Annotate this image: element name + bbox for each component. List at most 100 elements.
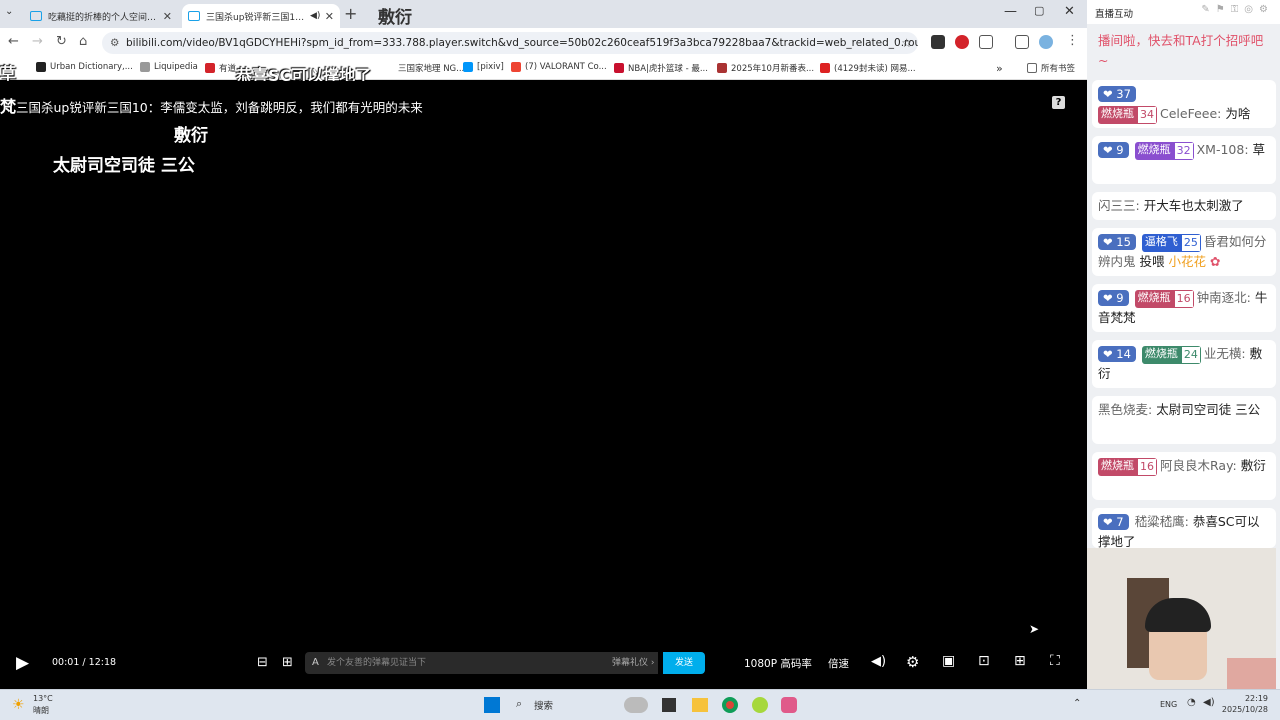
search-icon[interactable]: ⌕ <box>516 697 522 711</box>
file-explorer-icon[interactable] <box>692 698 708 712</box>
bookmark-item[interactable]: 2025年10月新番表... <box>717 62 814 74</box>
chat-content: 为啥 <box>1225 106 1251 121</box>
app-icon[interactable] <box>752 697 768 713</box>
bookmark-star-icon[interactable]: ☆ <box>901 32 912 54</box>
chat-username[interactable]: 钟南逐北: <box>1197 290 1251 305</box>
speed-selector[interactable]: 倍速 <box>828 656 849 671</box>
fan-medal: 燃烧瓶 34 <box>1098 105 1157 124</box>
bookmark-item[interactable]: 有道 <box>205 62 236 74</box>
forward-arrow-icon[interactable]: → <box>32 34 43 49</box>
danmaku-comment: 敷衍 <box>174 126 208 146</box>
chat-panel-title: 直播互动 <box>1095 9 1134 20</box>
wifi-icon[interactable]: ◔ <box>1187 697 1196 708</box>
back-arrow-icon[interactable]: ← <box>8 34 19 49</box>
font-style-icon[interactable]: A <box>312 652 319 674</box>
danmaku-comment: 太尉司空司徒 三公 <box>53 156 195 176</box>
chat-username[interactable]: CeleFeee: <box>1160 106 1221 121</box>
address-bar[interactable]: ⚙ bilibili.com/video/BV1qGDCYHEHi?spm_id… <box>102 32 918 54</box>
close-tab-icon[interactable]: ✕ <box>159 10 172 23</box>
opera-extension-icon[interactable] <box>955 35 969 49</box>
bookmark-item[interactable]: NBA|虎扑篮球 - 最... <box>614 62 708 74</box>
chat-message: ❤ 37 燃烧瓶 34 CeleFeee: 为啥 <box>1092 80 1276 128</box>
close-tab-icon[interactable]: ✕ <box>321 10 334 23</box>
fan-medal: 燃烧瓶 16 <box>1134 289 1194 308</box>
fan-medal: 逼格飞 25 <box>1141 233 1201 252</box>
help-icon[interactable]: ? <box>1052 96 1065 109</box>
widget-icon[interactable] <box>624 697 648 713</box>
quality-selector[interactable]: 1080P 高码率 <box>744 656 812 671</box>
bookmark-item[interactable]: Liquipedia <box>140 62 198 72</box>
danmaku-comment: 梵 <box>0 97 17 116</box>
bookmark-item[interactable]: (4129封未读) 网易... <box>820 62 916 74</box>
audio-playing-icon[interactable]: ◀) <box>310 11 320 21</box>
video-title: 三国杀up锐评新三国10：李儒变太监，刘备跳明反，我们都有光明的未来 <box>16 100 423 115</box>
gift-name: 小花花 <box>1168 254 1207 269</box>
tray-chevron-icon[interactable]: ⌃ <box>1073 698 1081 709</box>
hp-badge: ❤ 15 <box>1098 234 1136 250</box>
chat-username[interactable]: 业无横: <box>1204 346 1246 361</box>
tab-user-space[interactable]: 吃藕挺的折棒的个人空间-吃货... ✕ <box>24 4 178 28</box>
chat-username[interactable]: 闪三三: <box>1098 198 1140 213</box>
chat-panel-icons[interactable]: ✎⚑⚿◎⚙ <box>1201 4 1274 15</box>
bookmark-item[interactable]: Urban Dictionary,... <box>36 62 133 72</box>
maximize-icon[interactable]: ▢ <box>1034 4 1044 17</box>
play-icon[interactable]: ▶ <box>16 653 29 673</box>
video-player[interactable]: 梵 三国杀up锐评新三国10：李儒变太监，刘备跳明反，我们都有光明的未来 ? 敷… <box>0 81 1087 689</box>
windows-start-icon[interactable] <box>484 697 500 713</box>
home-icon[interactable]: ⌂ <box>79 34 87 49</box>
danmaku-input[interactable]: A 发个友善的弹幕见证当下 <box>305 652 658 674</box>
taskbar-search[interactable]: 搜索 <box>534 698 553 712</box>
chat-username[interactable]: 嵇粱嵇鹰: <box>1135 514 1189 529</box>
bookmark-item[interactable]: (7) VALORANT Co... <box>511 62 607 72</box>
chat-username[interactable]: 阿良良木Ray: <box>1160 458 1237 473</box>
tab-video[interactable]: 三国杀up锐评新三国10: 李... ◀) ✕ <box>182 4 340 28</box>
hp-badge: ❤ 9 <box>1098 142 1129 158</box>
bookmark-item[interactable]: 三国家地理 NG... <box>398 62 464 74</box>
volume-icon[interactable]: ◀) <box>871 654 886 669</box>
chat-username[interactable]: 黑色烧麦: <box>1098 402 1152 417</box>
minimize-icon[interactable]: — <box>1004 4 1017 19</box>
site-info-icon[interactable]: ⚙ <box>110 32 119 54</box>
chat-message: 燃烧瓶 16 阿良良木Ray: 敷衍 <box>1092 452 1276 500</box>
task-view-icon[interactable] <box>662 698 676 712</box>
danmaku-comment: 敷衍 <box>378 8 412 28</box>
more-bookmarks-icon[interactable]: » <box>996 62 1003 75</box>
danmaku-settings-icon[interactable]: ⊞ <box>282 655 293 670</box>
bilibili-favicon-icon <box>30 11 42 21</box>
close-window-icon[interactable]: ✕ <box>1064 4 1075 19</box>
web-fullscreen-icon[interactable]: ⊞ <box>1014 653 1026 669</box>
new-tab-plus-icon[interactable]: + <box>344 4 357 23</box>
settings-gear-icon[interactable]: ⚙ <box>906 653 919 671</box>
chat-content: 开大车也太刺激了 <box>1143 198 1244 213</box>
extension-icon[interactable] <box>931 35 945 49</box>
danmaku-rules-link[interactable]: 弹幕礼仪 › <box>612 652 654 674</box>
chrome-icon[interactable] <box>722 697 738 713</box>
hp-badge: ❤ 37 <box>1098 86 1136 102</box>
extensions-puzzle-icon[interactable] <box>979 35 993 49</box>
hp-badge: ❤ 9 <box>1098 290 1129 306</box>
mouse-cursor-icon: ➤ <box>1029 622 1040 636</box>
chat-content: 敷衍 <box>1240 458 1266 473</box>
menu-kebab-icon[interactable]: ⋮ <box>1066 33 1079 48</box>
tab-list-chevron-icon[interactable]: ⌄ <box>5 6 13 17</box>
profile-avatar[interactable] <box>1039 35 1053 49</box>
widescreen-icon[interactable]: ⊡ <box>978 653 990 669</box>
bookmark-item[interactable]: [pixiv] <box>463 62 504 72</box>
hp-badge: ❤ 14 <box>1098 346 1136 362</box>
speaker-icon[interactable]: ◀) <box>1203 697 1215 708</box>
hp-badge: ❤ 7 <box>1098 514 1129 530</box>
all-bookmarks-folder[interactable]: 所有书签 <box>1027 62 1075 74</box>
send-danmaku-button[interactable]: 发送 <box>663 652 705 674</box>
app-icon[interactable] <box>781 697 797 713</box>
input-language[interactable]: ENG <box>1160 700 1177 709</box>
reload-icon[interactable]: ↻ <box>56 34 67 49</box>
media-control-icon[interactable] <box>1015 35 1029 49</box>
chat-username[interactable]: XM-108: <box>1197 142 1249 157</box>
fullscreen-icon[interactable]: ⛶ <box>1050 653 1060 669</box>
time-display: 00:01 / 12:18 <box>52 657 117 668</box>
weather-sun-icon: ☀ <box>12 697 25 713</box>
picture-in-picture-icon[interactable]: ▣ <box>942 653 955 669</box>
chat-content: 投喂 <box>1139 254 1165 269</box>
chat-message: ❤ 14 燃烧瓶 24 业无横: 敷衍 <box>1092 340 1276 388</box>
danmaku-toggle-icon[interactable]: ⊟ <box>257 655 268 670</box>
